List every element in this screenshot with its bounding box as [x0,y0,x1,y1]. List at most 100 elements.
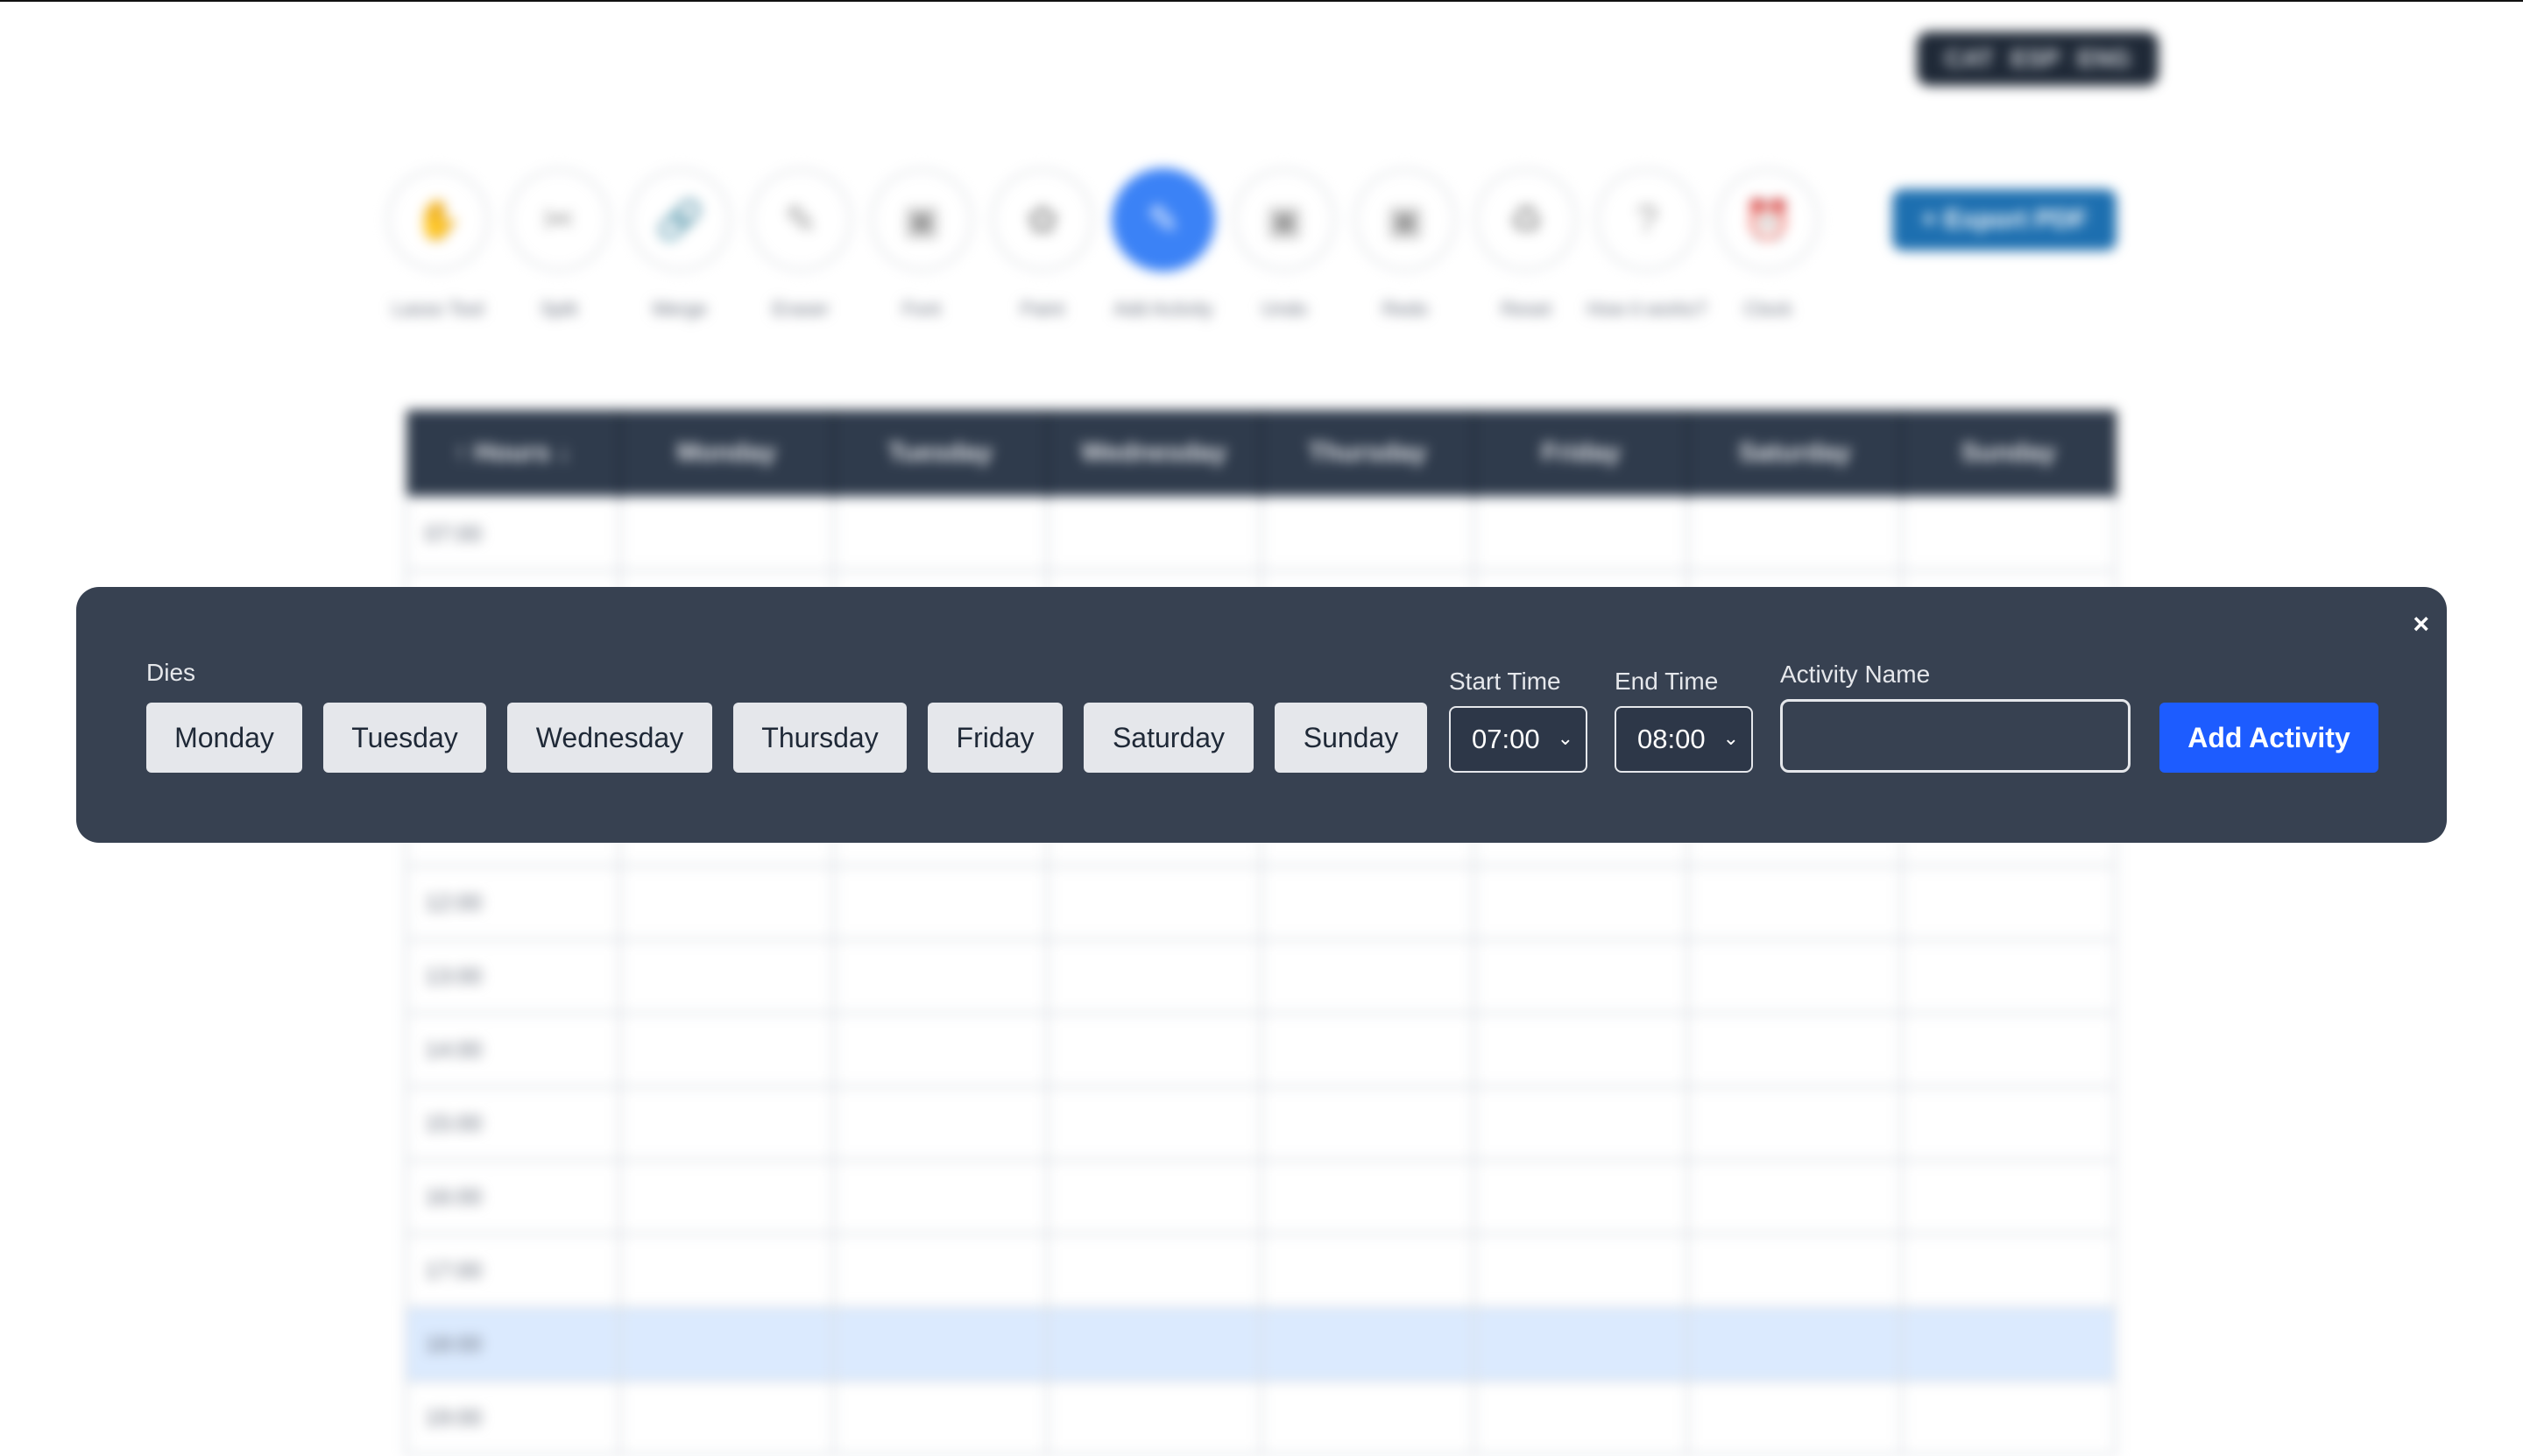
day-button-saturday[interactable]: Saturday [1084,703,1254,773]
schedule-cell[interactable] [1473,1233,1690,1309]
schedule-cell[interactable] [1045,1306,1262,1382]
schedule-cell[interactable] [831,1306,1049,1382]
schedule-cell[interactable] [1686,1233,1904,1309]
end-time-label: End Time [1615,668,1719,695]
day-button-sunday[interactable]: Sunday [1275,703,1427,773]
add-activity-button[interactable]: Add Activity [2159,703,2378,773]
schedule-cell[interactable] [1045,496,1262,572]
schedule-cell[interactable] [1045,1012,1262,1088]
schedule-cell[interactable] [1686,1159,1904,1235]
edit-icon: ✎ [1112,168,1215,272]
schedule-cell[interactable] [618,1233,835,1309]
hand-icon: ✋ [386,168,490,272]
schedule-cell[interactable] [1259,865,1476,941]
schedule-cell[interactable] [1900,1306,2117,1382]
toolbar-button-10[interactable]: ? How it works? [1587,168,1707,321]
activity-name-input[interactable] [1780,699,2131,773]
schedule-cell[interactable] [1045,865,1262,941]
schedule-cell[interactable] [1900,1012,2117,1088]
schedule-cell[interactable] [1686,1306,1904,1382]
schedule-cell[interactable] [1259,1233,1476,1309]
schedule-table: ↑ Hours ↓ Monday Tuesday Wednesday Thursday F… [405,410,2117,1456]
schedule-cell[interactable] [618,496,835,572]
toolbar-button-4[interactable]: ▣ Font [869,168,974,321]
schedule-cell[interactable] [831,1159,1049,1235]
schedule-cell[interactable] [1259,1012,1476,1088]
schedule-cell[interactable] [618,938,835,1014]
day-button-monday[interactable]: Monday [146,703,302,773]
schedule-cell[interactable] [1473,1380,1690,1456]
toolbar-button-11[interactable]: ⏰ Clock [1715,168,1820,321]
schedule-cell[interactable] [831,496,1049,572]
toolbar-button-0[interactable]: ✋ Lasso Tool [385,168,491,321]
start-time-select[interactable]: 07:00 ⌄ [1449,706,1587,773]
language-switch[interactable]: CAT ESP ENG [1917,32,2159,86]
schedule-cell[interactable] [1900,865,2117,941]
schedule-cell[interactable] [1259,938,1476,1014]
schedule-cell[interactable] [618,865,835,941]
toolbar-caption: Lasso Tool [392,298,484,320]
day-button-wednesday[interactable]: Wednesday [507,703,712,773]
schedule-cell[interactable] [1900,496,2117,572]
toolbar-button-5[interactable]: ✿ Paint [990,168,1095,321]
schedule-cell[interactable] [1259,1085,1476,1162]
schedule-cell[interactable] [1473,496,1690,572]
schedule-cell[interactable] [831,1085,1049,1162]
schedule-cell[interactable] [1473,1085,1690,1162]
toolbar-button-9[interactable]: ♻ Reset [1474,168,1579,321]
schedule-cell[interactable] [1686,1012,1904,1088]
schedule-cell[interactable] [1259,1380,1476,1456]
schedule-cell[interactable] [1686,938,1904,1014]
day-button-tuesday[interactable]: Tuesday [323,703,486,773]
schedule-cell[interactable] [1473,938,1690,1014]
schedule-cell[interactable] [831,1012,1049,1088]
schedule-cell[interactable] [1900,1380,2117,1456]
schedule-cell[interactable] [618,1159,835,1235]
schedule-cell[interactable] [618,1306,835,1382]
schedule-cell[interactable] [1259,496,1476,572]
schedule-cell[interactable] [1900,938,2117,1014]
schedule-cell[interactable] [618,1085,835,1162]
schedule-cell[interactable] [1686,496,1904,572]
schedule-cell[interactable] [1045,1233,1262,1309]
hour-cell: 14:00 [405,1012,621,1088]
schedule-cell[interactable] [1473,1159,1690,1235]
close-icon[interactable]: × [2413,610,2429,638]
toolbar-button-8[interactable]: ▣ Redo [1353,168,1458,321]
schedule-cell[interactable] [1900,1085,2117,1162]
schedule-cell[interactable] [1900,1233,2117,1309]
table-header-cell: Tuesday [833,410,1049,498]
schedule-cell[interactable] [1686,865,1904,941]
schedule-cell[interactable] [1473,865,1690,941]
schedule-cell[interactable] [1259,1159,1476,1235]
schedule-cell[interactable] [1473,1012,1690,1088]
lang-cat[interactable]: CAT [1945,45,1993,73]
schedule-cell[interactable] [1045,938,1262,1014]
toolbar-button-3[interactable]: ✎ Eraser [748,168,853,321]
toolbar-button-1[interactable]: ✂ Split [506,168,611,321]
day-button-friday[interactable]: Friday [928,703,1063,773]
schedule-cell[interactable] [618,1012,835,1088]
schedule-cell[interactable] [1900,1159,2117,1235]
day-button-thursday[interactable]: Thursday [733,703,907,773]
schedule-cell[interactable] [1686,1380,1904,1456]
schedule-cell[interactable] [1045,1085,1262,1162]
toolbar-button-2[interactable]: 🔗 Merge [627,168,732,321]
end-time-select[interactable]: 08:00 ⌄ [1615,706,1753,773]
schedule-cell[interactable] [831,938,1049,1014]
schedule-cell[interactable] [831,1233,1049,1309]
schedule-cell[interactable] [1045,1159,1262,1235]
schedule-cell[interactable] [1045,1380,1262,1456]
schedule-cell[interactable] [1686,1085,1904,1162]
toolbar-button-6[interactable]: ✎ Add Activity [1111,168,1216,321]
schedule-cell[interactable] [618,1380,835,1456]
lang-esp[interactable]: ESP [2011,45,2060,73]
schedule-cell[interactable] [831,865,1049,941]
schedule-cell[interactable] [831,1380,1049,1456]
export-pdf-button[interactable]: + Export PDF [1892,189,2117,251]
schedule-cell[interactable] [1473,1306,1690,1382]
table-header-cell: ↑ Hours ↓ [406,410,621,498]
schedule-cell[interactable] [1259,1306,1476,1382]
toolbar-button-7[interactable]: ▣ Undo [1232,168,1337,321]
lang-eng[interactable]: ENG [2077,45,2131,73]
